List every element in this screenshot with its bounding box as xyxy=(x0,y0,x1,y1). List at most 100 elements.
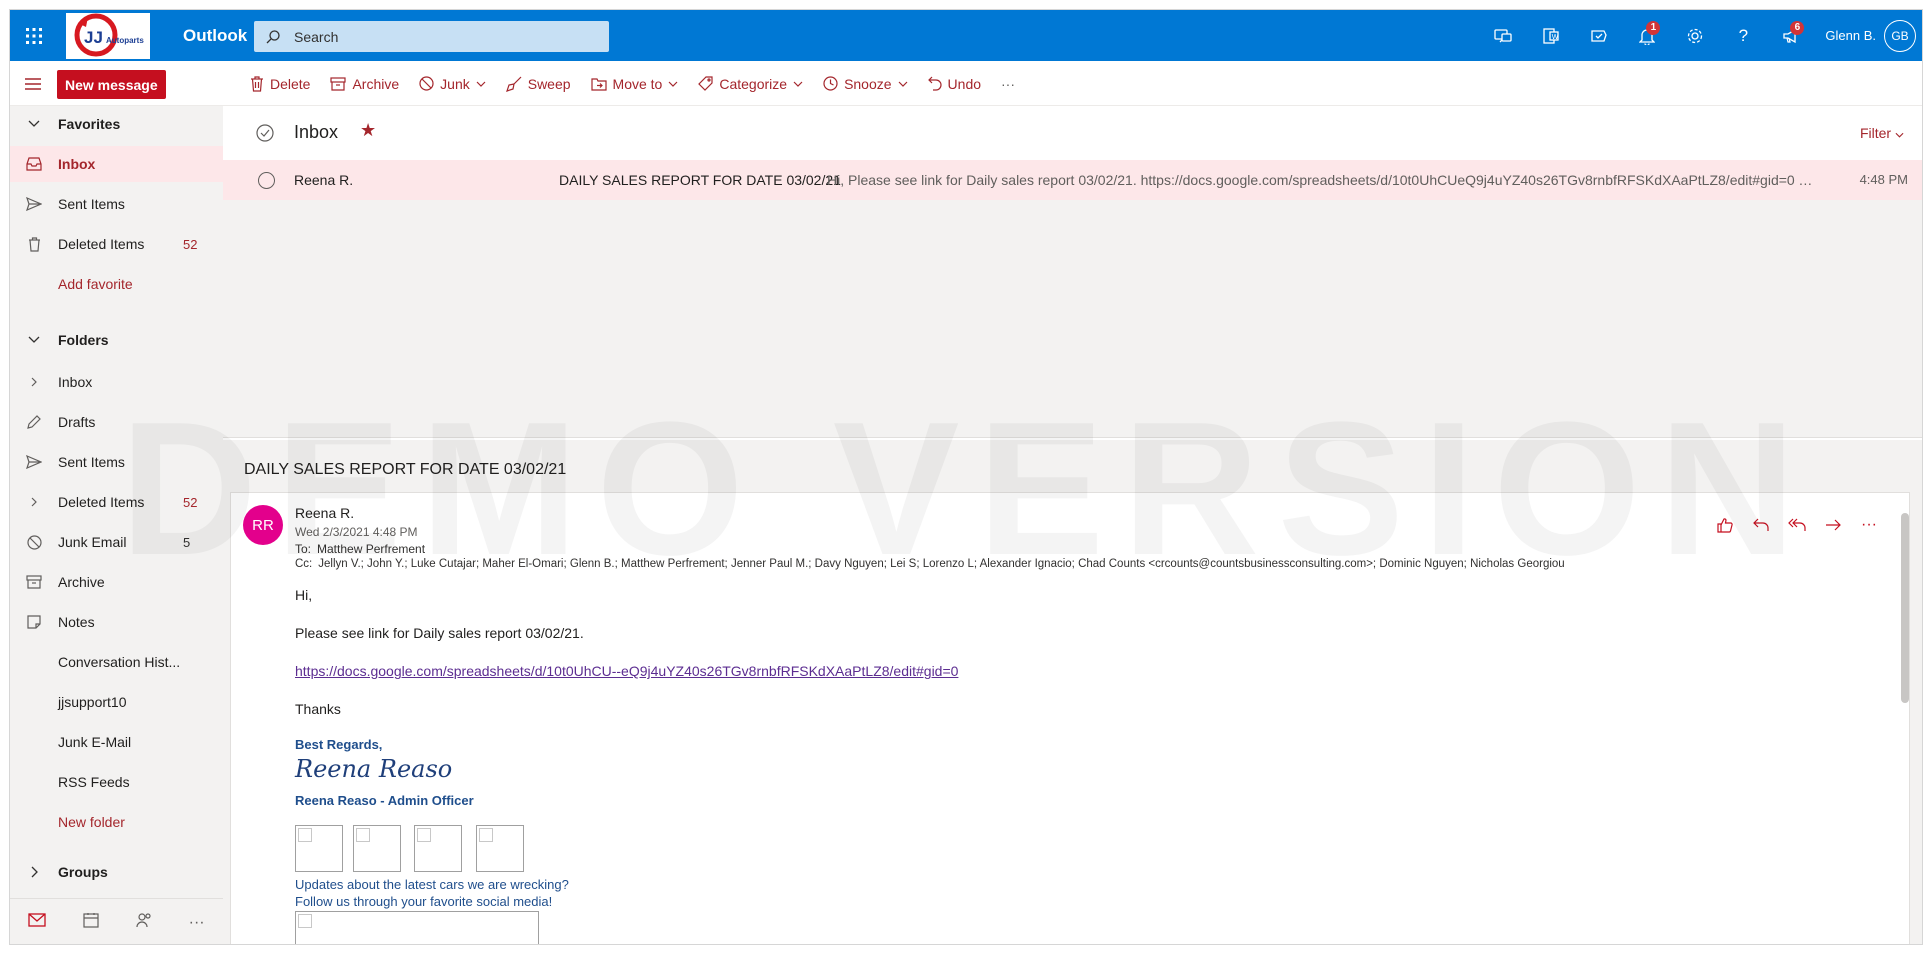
broken-image[interactable] xyxy=(476,825,524,872)
groups-label: Groups xyxy=(58,864,108,880)
message-sender: Reena R. xyxy=(294,172,354,188)
broken-image[interactable] xyxy=(295,911,539,944)
command-bar: New message Delete Archive Junk Sweep Mo… xyxy=(10,61,1922,106)
filter-button[interactable]: Filter xyxy=(1860,125,1904,141)
broken-image[interactable] xyxy=(353,825,401,872)
spreadsheet-link[interactable]: https://docs.google.com/spreadsheets/d/1… xyxy=(295,663,958,679)
delete-button[interactable]: Delete xyxy=(240,61,320,106)
chevron-right-icon[interactable] xyxy=(10,497,58,507)
block-icon xyxy=(419,76,434,91)
broken-image[interactable] xyxy=(414,825,462,872)
move-to-button[interactable]: Move to xyxy=(581,61,689,106)
sidebar-item-junk-e-mail[interactable]: Junk E-Mail xyxy=(10,724,223,760)
sweep-label: Sweep xyxy=(527,75,571,92)
new-message-button[interactable]: New message xyxy=(57,70,166,99)
like-icon[interactable] xyxy=(1707,511,1743,539)
scrollbar[interactable] xyxy=(1901,513,1909,703)
sidebar-item-jjsupport10[interactable]: jjsupport10 xyxy=(10,684,223,720)
folder-title: Inbox xyxy=(294,122,339,142)
new-folder-label: New folder xyxy=(58,814,125,830)
waffle-icon[interactable] xyxy=(10,10,58,61)
folders-header[interactable]: Folders xyxy=(10,322,223,358)
sidebar-item-sent-favorite[interactable]: Sent Items xyxy=(10,186,223,222)
sidebar-item-inbox[interactable]: Inbox xyxy=(10,364,223,400)
sweep-button[interactable]: Sweep xyxy=(496,61,581,106)
junk-button[interactable]: Junk xyxy=(409,61,496,106)
hamburger-menu-icon[interactable] xyxy=(22,73,44,95)
meet-now-icon[interactable] xyxy=(1479,10,1527,61)
office-icon[interactable]: W xyxy=(1527,10,1575,61)
reading-pane: DAILY SALES REPORT FOR DATE 03/02/21 RR … xyxy=(223,440,1922,944)
add-favorite-link[interactable]: Add favorite xyxy=(10,266,223,302)
sidebar-item-label: Inbox xyxy=(58,374,93,390)
app-name[interactable]: Outlook xyxy=(183,26,247,46)
sidebar-item-junk-email[interactable]: Junk Email 5 xyxy=(10,524,223,560)
chevron-down-icon xyxy=(10,120,58,128)
search-icon xyxy=(266,29,280,43)
megaphone-icon[interactable]: 6 xyxy=(1767,10,1815,61)
reply-icon[interactable] xyxy=(1743,511,1779,539)
sidebar-item-sent-items[interactable]: Sent Items xyxy=(10,444,223,480)
more-actions-button[interactable]: ··· xyxy=(991,61,1025,106)
categorize-button[interactable]: Categorize xyxy=(688,61,813,106)
groups-header[interactable]: Groups xyxy=(10,854,223,890)
folders-label: Folders xyxy=(58,332,109,348)
sidebar-item-rss-feeds[interactable]: RSS Feeds xyxy=(10,764,223,800)
message-actions: ··· xyxy=(1707,511,1887,539)
people-icon[interactable] xyxy=(136,912,152,933)
sidebar-item-label: Inbox xyxy=(58,156,96,172)
more-apps-icon[interactable]: ··· xyxy=(189,914,205,932)
favorite-star-icon[interactable]: ★ xyxy=(360,120,376,141)
sender-name[interactable]: Reena R. xyxy=(295,505,354,521)
new-folder-link[interactable]: New folder xyxy=(10,804,223,840)
message-list-item[interactable]: Reena R. DAILY SALES REPORT FOR DATE 03/… xyxy=(223,160,1922,200)
cc-recipients[interactable]: Jellyn V.; John Y.; Luke Cutajar; Maher … xyxy=(318,558,1564,570)
chevron-right-icon[interactable] xyxy=(10,377,58,387)
user-name[interactable]: Glenn B. xyxy=(1825,28,1876,43)
undo-button[interactable]: Undo xyxy=(918,61,991,106)
sidebar-item-conversation-history[interactable]: Conversation Hist... xyxy=(10,644,223,680)
reading-subject: DAILY SALES REPORT FOR DATE 03/02/21 xyxy=(244,461,567,478)
svg-text:W: W xyxy=(1552,34,1559,41)
sidebar-item-inbox-favorite[interactable]: Inbox xyxy=(10,146,223,182)
forward-icon[interactable] xyxy=(1815,511,1851,539)
sender-avatar[interactable]: RR xyxy=(243,505,283,545)
to-recipients[interactable]: Matthew Perfrement xyxy=(317,542,425,556)
gear-icon[interactable] xyxy=(1671,10,1719,61)
more-options-icon[interactable]: ··· xyxy=(1851,511,1887,539)
sidebar-item-drafts[interactable]: Drafts xyxy=(10,404,223,440)
snooze-label: Snooze xyxy=(844,75,892,92)
sidebar-item-notes[interactable]: Notes xyxy=(10,604,223,640)
select-all-icon[interactable] xyxy=(256,124,274,142)
promo-line: Updates about the latest cars we are wre… xyxy=(295,877,569,892)
chevron-down-icon xyxy=(668,81,678,87)
search-placeholder: Search xyxy=(294,28,339,45)
sidebar-item-label: Notes xyxy=(58,614,95,630)
to-label: To: xyxy=(295,542,312,556)
block-icon xyxy=(10,534,58,550)
unread-count: 52 xyxy=(183,236,198,252)
company-logo[interactable]: JJ Autoparts xyxy=(66,13,150,59)
archive-button[interactable]: Archive xyxy=(320,61,409,106)
user-avatar[interactable]: GB xyxy=(1884,19,1916,52)
bell-icon[interactable]: 1 xyxy=(1623,10,1671,61)
top-bar: JJ Autoparts Outlook Search W 1 ? 6 Glen… xyxy=(10,10,1922,61)
sidebar-item-deleted-favorite[interactable]: Deleted Items 52 xyxy=(10,226,223,262)
sidebar-item-deleted-items[interactable]: Deleted Items 52 xyxy=(10,484,223,520)
sidebar-item-archive[interactable]: Archive xyxy=(10,564,223,600)
sidebar-item-label: Junk E-Mail xyxy=(58,734,132,750)
reply-all-icon[interactable] xyxy=(1779,511,1815,539)
todo-icon[interactable] xyxy=(1575,10,1623,61)
chevron-right-icon xyxy=(10,866,58,878)
message-select-radio[interactable] xyxy=(258,172,275,189)
favorites-header[interactable]: Favorites xyxy=(10,106,223,142)
search-box[interactable]: Search xyxy=(254,21,609,52)
mail-icon[interactable] xyxy=(28,913,47,932)
sidebar-item-label: Deleted Items xyxy=(58,494,145,510)
broken-image[interactable] xyxy=(295,825,343,872)
help-icon[interactable]: ? xyxy=(1719,10,1767,61)
snooze-button[interactable]: Snooze xyxy=(813,61,917,106)
chevron-down-icon xyxy=(793,81,803,87)
inbox-icon xyxy=(10,157,58,171)
calendar-icon[interactable] xyxy=(83,912,99,933)
